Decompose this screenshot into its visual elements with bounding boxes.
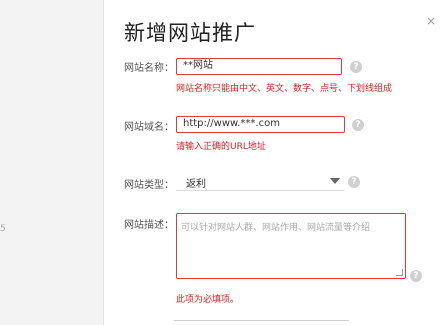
site-domain-error: 请输入正确的URL地址 [176,142,266,152]
site-name-input[interactable]: **网站 [176,58,342,75]
site-desc-error: 此项为必填项。 [176,295,240,305]
next-field-border [174,320,349,321]
page: 5 × 新增网站推广 网站名称： **网站 ? 网站名称只能由中文、英文、数字、… [0,0,440,325]
site-desc-textarea[interactable]: 可以针对网站人群、网站作用、网站流量等介绍 [176,213,406,279]
site-domain-input[interactable]: http://www.***.com [176,116,345,133]
site-type-label: 网站类型： [124,180,174,191]
site-name-label: 网站名称： [124,63,174,74]
left-column: 5 [0,0,103,325]
site-desc-placeholder: 可以针对网站人群、网站作用、网站流量等介绍 [181,223,371,233]
site-desc-label: 网站描述： [124,220,174,231]
left-fragment-text: 5 [0,224,6,234]
form-panel: × 新增网站推广 网站名称： **网站 ? 网站名称只能由中文、英文、数字、点号… [104,0,440,325]
site-domain-label: 网站域名： [124,122,174,133]
site-type-select[interactable]: 返利 [176,172,344,191]
site-desc-help-icon[interactable]: ? [410,270,422,282]
site-type-value: 返利 [186,179,206,190]
page-title: 新增网站推广 [124,21,256,45]
resize-grip-icon[interactable] [396,269,403,276]
site-name-error: 网站名称只能由中文、英文、数字、点号、下划线组成 [176,84,393,94]
site-domain-help-icon[interactable]: ? [352,119,364,131]
close-icon[interactable]: × [426,14,436,28]
chevron-down-icon [330,178,340,184]
site-type-help-icon[interactable]: ? [348,176,360,188]
site-name-help-icon[interactable]: ? [350,61,362,73]
